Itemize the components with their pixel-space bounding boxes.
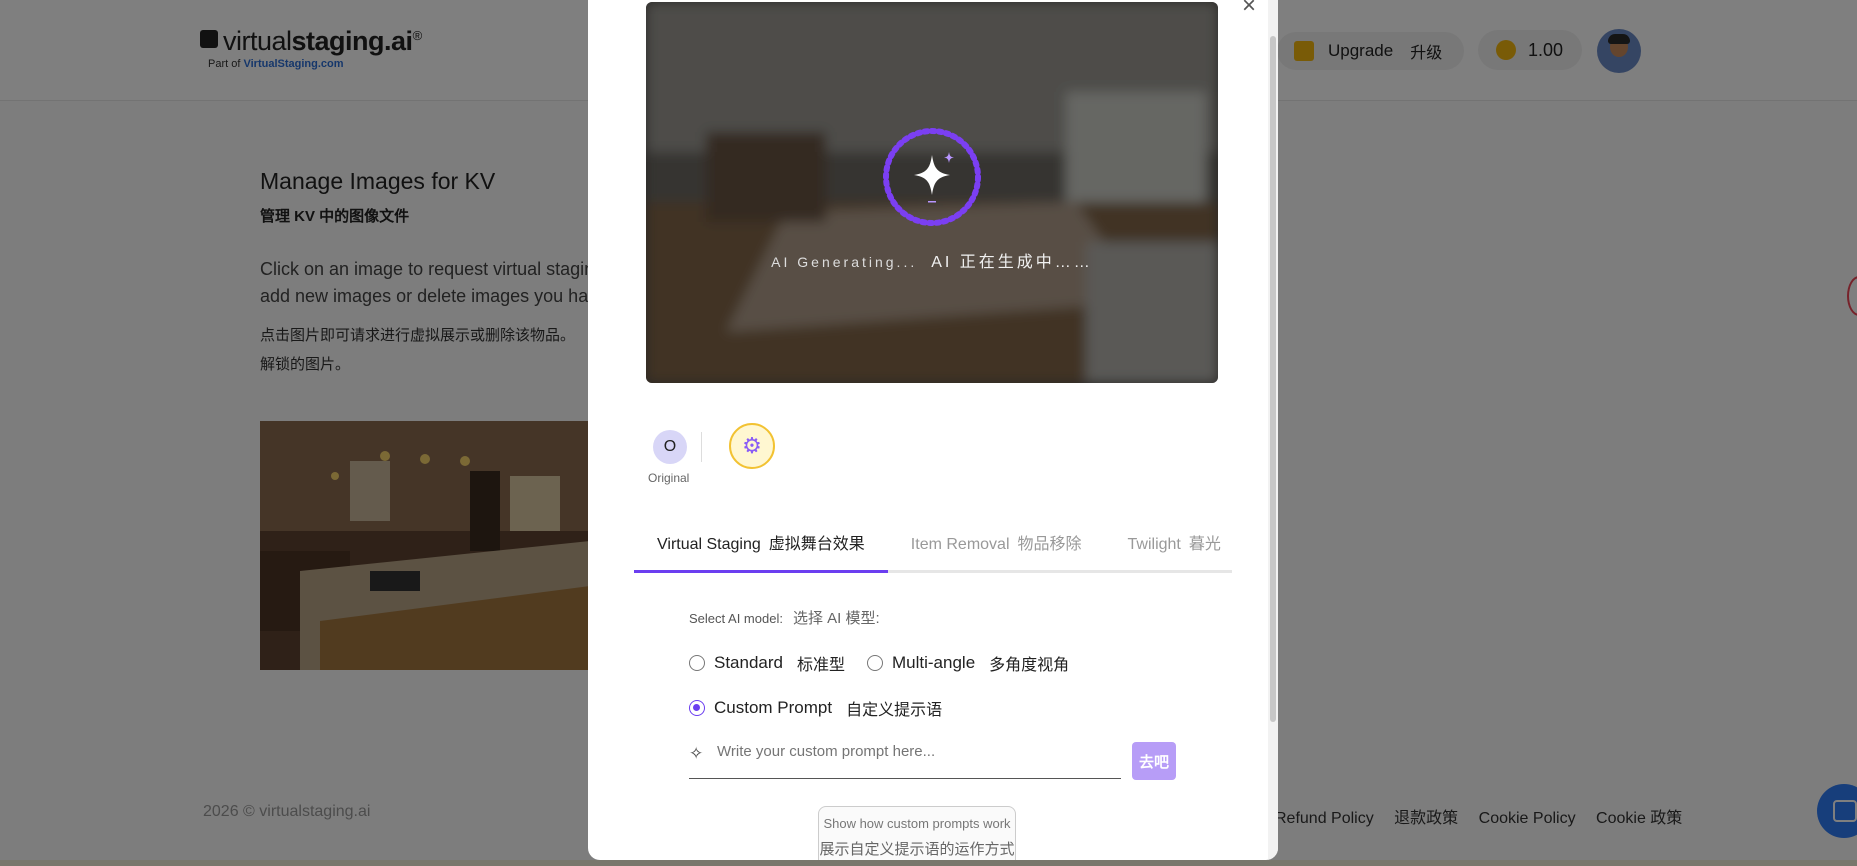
version-original-label: Original: [648, 471, 690, 485]
generating-preview: AI Generating... AI 正在生成中……: [646, 2, 1218, 383]
model-label-en: Select AI model:: [689, 611, 783, 626]
tab-twilight-label-cn: 暮光: [1188, 536, 1221, 553]
model-select-label: Select AI model: 选择 AI 模型:: [689, 607, 880, 628]
custom-prompt-input[interactable]: [715, 742, 1119, 761]
multi-angle-radio[interactable]: [867, 655, 883, 671]
tab-twilight-label: Twilight: [1127, 536, 1181, 553]
standard-radio[interactable]: [689, 655, 705, 671]
option-custom-prompt[interactable]: Custom Prompt 自定义提示语: [689, 696, 942, 720]
tab-item-removal[interactable]: Item Removal 物品移除: [888, 530, 1105, 570]
tab-virtual-staging[interactable]: Virtual Staging 虚拟舞台效果: [634, 530, 888, 573]
model-label-cn: 选择 AI 模型:: [792, 610, 880, 627]
standard-label-cn: 标准型: [797, 657, 846, 674]
custom-prompt-label-cn: 自定义提示语: [846, 702, 943, 719]
option-standard[interactable]: Standard 标准型: [689, 651, 845, 675]
version-divider: [701, 432, 702, 462]
standard-label: Standard: [714, 653, 783, 672]
go-button[interactable]: 去吧: [1132, 742, 1176, 780]
generating-text-en: AI Generating...: [771, 254, 918, 270]
generating-text-cn: AI 正在生成中……: [931, 254, 1093, 271]
tab-item-removal-label: Item Removal: [910, 536, 1010, 553]
generating-version-gear-icon[interactable]: ⚙: [729, 423, 775, 469]
loading-spinner-icon: [883, 128, 981, 226]
staging-tabs: Virtual Staging 虚拟舞台效果 Item Removal 物品移除 T…: [634, 530, 1232, 573]
modal-scrollbar[interactable]: [1268, 0, 1278, 860]
generating-status: AI Generating... AI 正在生成中……: [646, 248, 1218, 272]
close-icon[interactable]: ×: [1242, 0, 1256, 20]
multi-angle-label-cn: 多角度视角: [989, 657, 1070, 674]
show-custom-prompts-help-button[interactable]: Show how custom prompts work 展示自定义提示语的运作…: [818, 806, 1016, 860]
version-original-thumb[interactable]: O: [653, 430, 687, 464]
modal-scrollbar-thumb[interactable]: [1270, 36, 1276, 722]
help-label-cn: 展示自定义提示语的运作方式: [819, 841, 1015, 858]
multi-angle-label: Multi-angle: [892, 653, 976, 672]
custom-prompt-radio[interactable]: [689, 700, 705, 716]
custom-prompt-label: Custom Prompt: [714, 698, 833, 717]
tab-twilight[interactable]: Twilight 暮光: [1105, 530, 1244, 570]
sparkle-icon: ✧: [689, 744, 704, 763]
tab-item-removal-label-cn: 物品移除: [1017, 536, 1082, 553]
tab-virtual-staging-label-cn: 虚拟舞台效果: [768, 536, 865, 553]
tab-virtual-staging-label: Virtual Staging: [657, 536, 761, 553]
custom-prompt-field: ✧: [689, 736, 1121, 779]
option-multi-angle[interactable]: Multi-angle 多角度视角: [867, 651, 1069, 675]
staging-modal: × AI Generating... AI 正在生成中…… O Original…: [588, 0, 1278, 860]
help-label-en: Show how custom prompts work: [823, 816, 1011, 831]
